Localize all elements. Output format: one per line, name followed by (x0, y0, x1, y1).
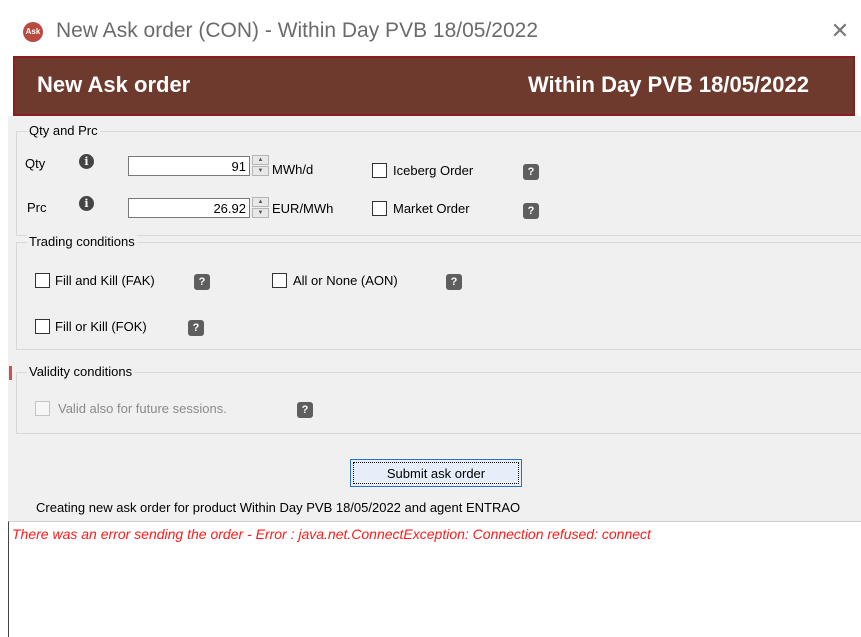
market-order-checkbox[interactable] (372, 201, 387, 216)
close-icon[interactable]: ✕ (826, 17, 854, 45)
prc-decrement-icon[interactable]: ▼ (252, 208, 269, 218)
qty-prc-group: Qty and Prc (16, 123, 861, 236)
error-log-pane[interactable]: There was an error sending the order - E… (8, 521, 861, 637)
qty-label: Qty (25, 156, 46, 171)
fok-help-icon[interactable]: ? (188, 320, 204, 336)
title-bar: Ask New Ask order (CON) - Within Day PVB… (0, 0, 861, 56)
future-sessions-label: Valid also for future sessions. (58, 401, 227, 416)
fok-checkbox[interactable] (35, 319, 50, 334)
order-form: Qty and Prc Qty i ▲ ▼ MWh/d Iceberg Orde… (13, 116, 861, 521)
trading-conditions-group-label: Trading conditions (27, 234, 137, 249)
iceberg-order-checkbox[interactable] (372, 163, 387, 178)
future-sessions-checkbox[interactable] (35, 401, 50, 416)
error-message: There was an error sending the order - E… (12, 526, 651, 542)
prc-input[interactable] (128, 198, 250, 218)
status-message: Creating new ask order for product Withi… (36, 500, 521, 515)
prc-label: Prc (27, 200, 47, 215)
aon-checkbox[interactable] (272, 273, 287, 288)
prc-increment-icon[interactable]: ▲ (252, 197, 269, 207)
iceberg-help-icon[interactable]: ? (523, 164, 539, 180)
market-order-help-icon[interactable]: ? (523, 203, 539, 219)
left-marker (9, 366, 12, 380)
submit-ask-order-label: Submit ask order (353, 462, 519, 484)
qty-prc-group-label: Qty and Prc (27, 123, 100, 138)
window-title: New Ask order (CON) - Within Day PVB 18/… (56, 19, 539, 42)
fak-checkbox[interactable] (35, 273, 50, 288)
market-order-label[interactable]: Market Order (393, 201, 470, 216)
qty-decrement-icon[interactable]: ▼ (252, 166, 269, 176)
order-type-title: New Ask order (37, 72, 191, 97)
iceberg-order-label[interactable]: Iceberg Order (393, 163, 473, 178)
validity-conditions-group-label: Validity conditions (27, 364, 135, 379)
submit-ask-order-button[interactable]: Submit ask order (350, 459, 522, 487)
fak-help-icon[interactable]: ? (194, 274, 210, 290)
prc-unit: EUR/MWh (272, 201, 334, 216)
aon-help-icon[interactable]: ? (446, 274, 462, 290)
aon-label[interactable]: All or None (AON) (293, 273, 398, 288)
order-header-banner: New Ask order Within Day PVB 18/05/2022 (13, 56, 855, 116)
qty-unit: MWh/d (272, 162, 314, 177)
future-sessions-help-icon[interactable]: ? (297, 402, 313, 418)
fok-label[interactable]: Fill or Kill (FOK) (55, 319, 147, 334)
product-title: Within Day PVB 18/05/2022 (527, 72, 809, 97)
qty-info-icon[interactable]: i (79, 154, 94, 169)
qty-increment-icon[interactable]: ▲ (252, 155, 269, 165)
prc-info-icon[interactable]: i (79, 196, 94, 211)
prc-stepper[interactable]: ▲ ▼ (252, 197, 269, 219)
fak-label[interactable]: Fill and Kill (FAK) (55, 273, 155, 288)
app-icon: Ask (23, 22, 43, 42)
qty-input[interactable] (128, 156, 250, 176)
qty-stepper[interactable]: ▲ ▼ (252, 155, 269, 177)
